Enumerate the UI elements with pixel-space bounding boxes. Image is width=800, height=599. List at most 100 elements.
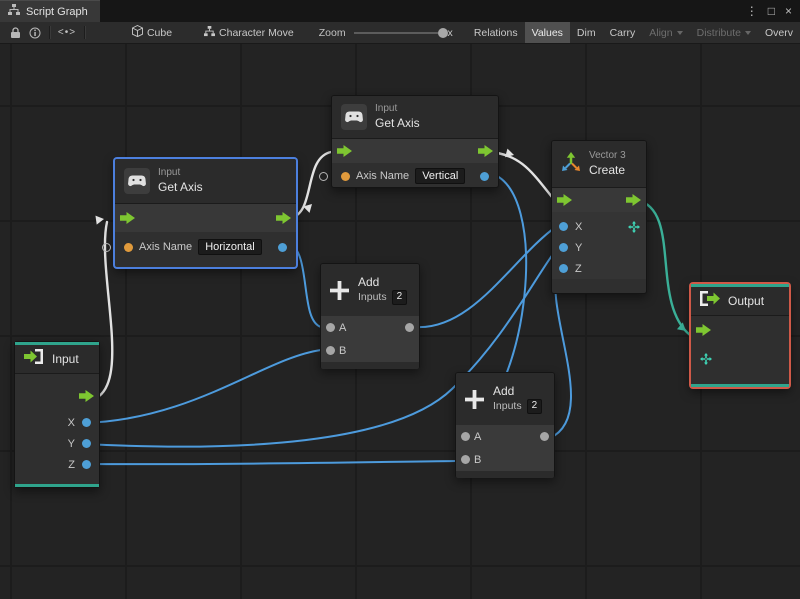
b-in-port[interactable] [326, 346, 335, 355]
breadcrumb-character-move[interactable]: Character Move [197, 22, 301, 43]
vector3-axes-icon [561, 151, 581, 177]
node-vector3-create[interactable]: Vector 3 Create X Y Z [551, 140, 647, 294]
a-in-port[interactable] [461, 432, 470, 441]
values-button[interactable]: Values [524, 22, 570, 43]
port-label: Z [575, 262, 582, 275]
axis-name-field[interactable]: Horizontal [198, 239, 262, 255]
axis-name-label: Axis Name [356, 170, 410, 182]
wire-input-x-to-add-b[interactable] [84, 349, 322, 424]
menu-icon[interactable]: ⋮ [746, 4, 758, 18]
close-icon[interactable]: × [785, 4, 792, 18]
zoom-label: Zoom [318, 26, 346, 39]
value-out-port[interactable] [480, 171, 489, 181]
unity-window: Script Graph ⋮ □ × <•> Cube Character Mo… [0, 0, 800, 599]
tab-script-graph[interactable]: Script Graph [0, 0, 100, 22]
node-category: Input [375, 103, 398, 115]
node-get-axis-horizontal[interactable]: Input Get Axis Axis Name Horizontal [102, 158, 297, 268]
z-out-port[interactable] [82, 460, 91, 469]
accent-strip [691, 384, 789, 387]
node-graph-input[interactable]: Input X Y Z [14, 341, 100, 488]
node-header[interactable]: Add Inputs 2 [321, 264, 419, 316]
x-in-port[interactable] [559, 222, 568, 231]
gamepad-icon [341, 104, 367, 130]
graph-canvas[interactable]: Input Get Axis Axis Name Vertical Input … [0, 44, 800, 599]
flow-out-port[interactable] [626, 194, 641, 206]
node-get-axis-vertical[interactable]: Input Get Axis Axis Name Vertical [319, 95, 499, 188]
string-port-ring[interactable] [319, 171, 328, 181]
node-graph-output[interactable]: Output [690, 283, 790, 388]
port-label: Y [575, 241, 583, 254]
maximize-icon[interactable]: □ [768, 4, 775, 18]
port-row-y: Y [552, 237, 646, 258]
breadcrumb-label: Character Move [219, 26, 294, 39]
relations-button[interactable]: Relations [467, 22, 525, 43]
node-header[interactable]: Add Inputs 2 [456, 373, 554, 425]
y-in-port[interactable] [559, 243, 568, 252]
node-add-bottom[interactable]: Add Inputs 2 A B [455, 372, 555, 478]
cube-icon [131, 24, 143, 40]
overview-button[interactable]: Overv [758, 22, 800, 43]
lock-icon[interactable] [6, 22, 25, 43]
zoom-slider[interactable] [353, 26, 448, 40]
value-out-port[interactable] [278, 242, 287, 252]
flow-out-port[interactable] [276, 212, 291, 224]
inputs-count-field[interactable]: 2 [526, 399, 543, 414]
node-header[interactable]: Input [15, 345, 99, 373]
window-controls: ⋮ □ × [746, 0, 800, 22]
breadcrumb-label: Cube [146, 26, 173, 39]
wire-add-result-to-vector3-x[interactable] [414, 225, 558, 329]
port-row-a: A [321, 316, 419, 339]
a-in-port[interactable] [326, 323, 335, 332]
port-label: A [474, 430, 482, 443]
axis-name-field[interactable]: Vertical [415, 168, 466, 184]
node-header[interactable]: Vector 3 Create [552, 141, 646, 187]
flow-out-port[interactable] [478, 145, 493, 157]
align-dropdown[interactable]: Align [642, 22, 689, 43]
flow-ports-row [15, 390, 99, 412]
z-in-port[interactable] [559, 264, 568, 273]
port-row-a: A [456, 425, 554, 448]
node-title: Add [493, 384, 515, 399]
dropdown-caret-icon [676, 30, 683, 35]
wire-input-z-to-add2-b[interactable] [84, 460, 457, 466]
output-icon [700, 291, 720, 311]
wire-arrowhead [95, 215, 104, 225]
node-header[interactable]: Output [691, 287, 789, 315]
node-category: Input [158, 167, 181, 179]
flow-out-port[interactable] [79, 390, 94, 402]
flow-in-port[interactable] [337, 145, 352, 157]
distribute-dropdown[interactable]: Distribute [690, 22, 758, 43]
code-view-icon[interactable]: <•> [54, 22, 80, 43]
value-preview-icon [628, 220, 640, 233]
string-port-ring[interactable] [102, 242, 111, 252]
slider-handle[interactable] [437, 27, 448, 38]
dim-button[interactable]: Dim [570, 22, 603, 43]
flow-in-port[interactable] [557, 194, 572, 206]
node-category: Vector 3 [589, 150, 626, 162]
sum-out-port[interactable] [540, 432, 549, 441]
y-out-port[interactable] [82, 439, 91, 448]
flow-ports-row [115, 204, 296, 232]
script-graph-icon [204, 25, 216, 40]
b-in-port[interactable] [461, 455, 470, 464]
axis-name-port[interactable] [124, 242, 133, 252]
node-add-top[interactable]: Add Inputs 2 A B [320, 263, 420, 369]
port-label: Y [67, 437, 75, 450]
toolbar-separator [49, 26, 50, 39]
flow-in-port[interactable] [120, 212, 135, 224]
node-header[interactable]: Input Get Axis [332, 96, 498, 138]
node-title: Get Axis [158, 179, 203, 194]
node-header[interactable]: Input Get Axis [115, 159, 296, 203]
inputs-count-field[interactable]: 2 [391, 290, 408, 305]
sum-out-port[interactable] [405, 323, 414, 332]
port-row-y: Y [15, 433, 99, 454]
axis-name-port[interactable] [341, 171, 350, 181]
info-icon[interactable] [25, 22, 45, 43]
x-out-port[interactable] [82, 418, 91, 427]
add-icon [330, 280, 349, 300]
add-icon [465, 389, 484, 409]
carry-button[interactable]: Carry [603, 22, 643, 43]
breadcrumb-cube[interactable]: Cube [125, 22, 179, 43]
flow-in-port[interactable] [696, 324, 711, 336]
script-graph-icon [8, 4, 20, 19]
